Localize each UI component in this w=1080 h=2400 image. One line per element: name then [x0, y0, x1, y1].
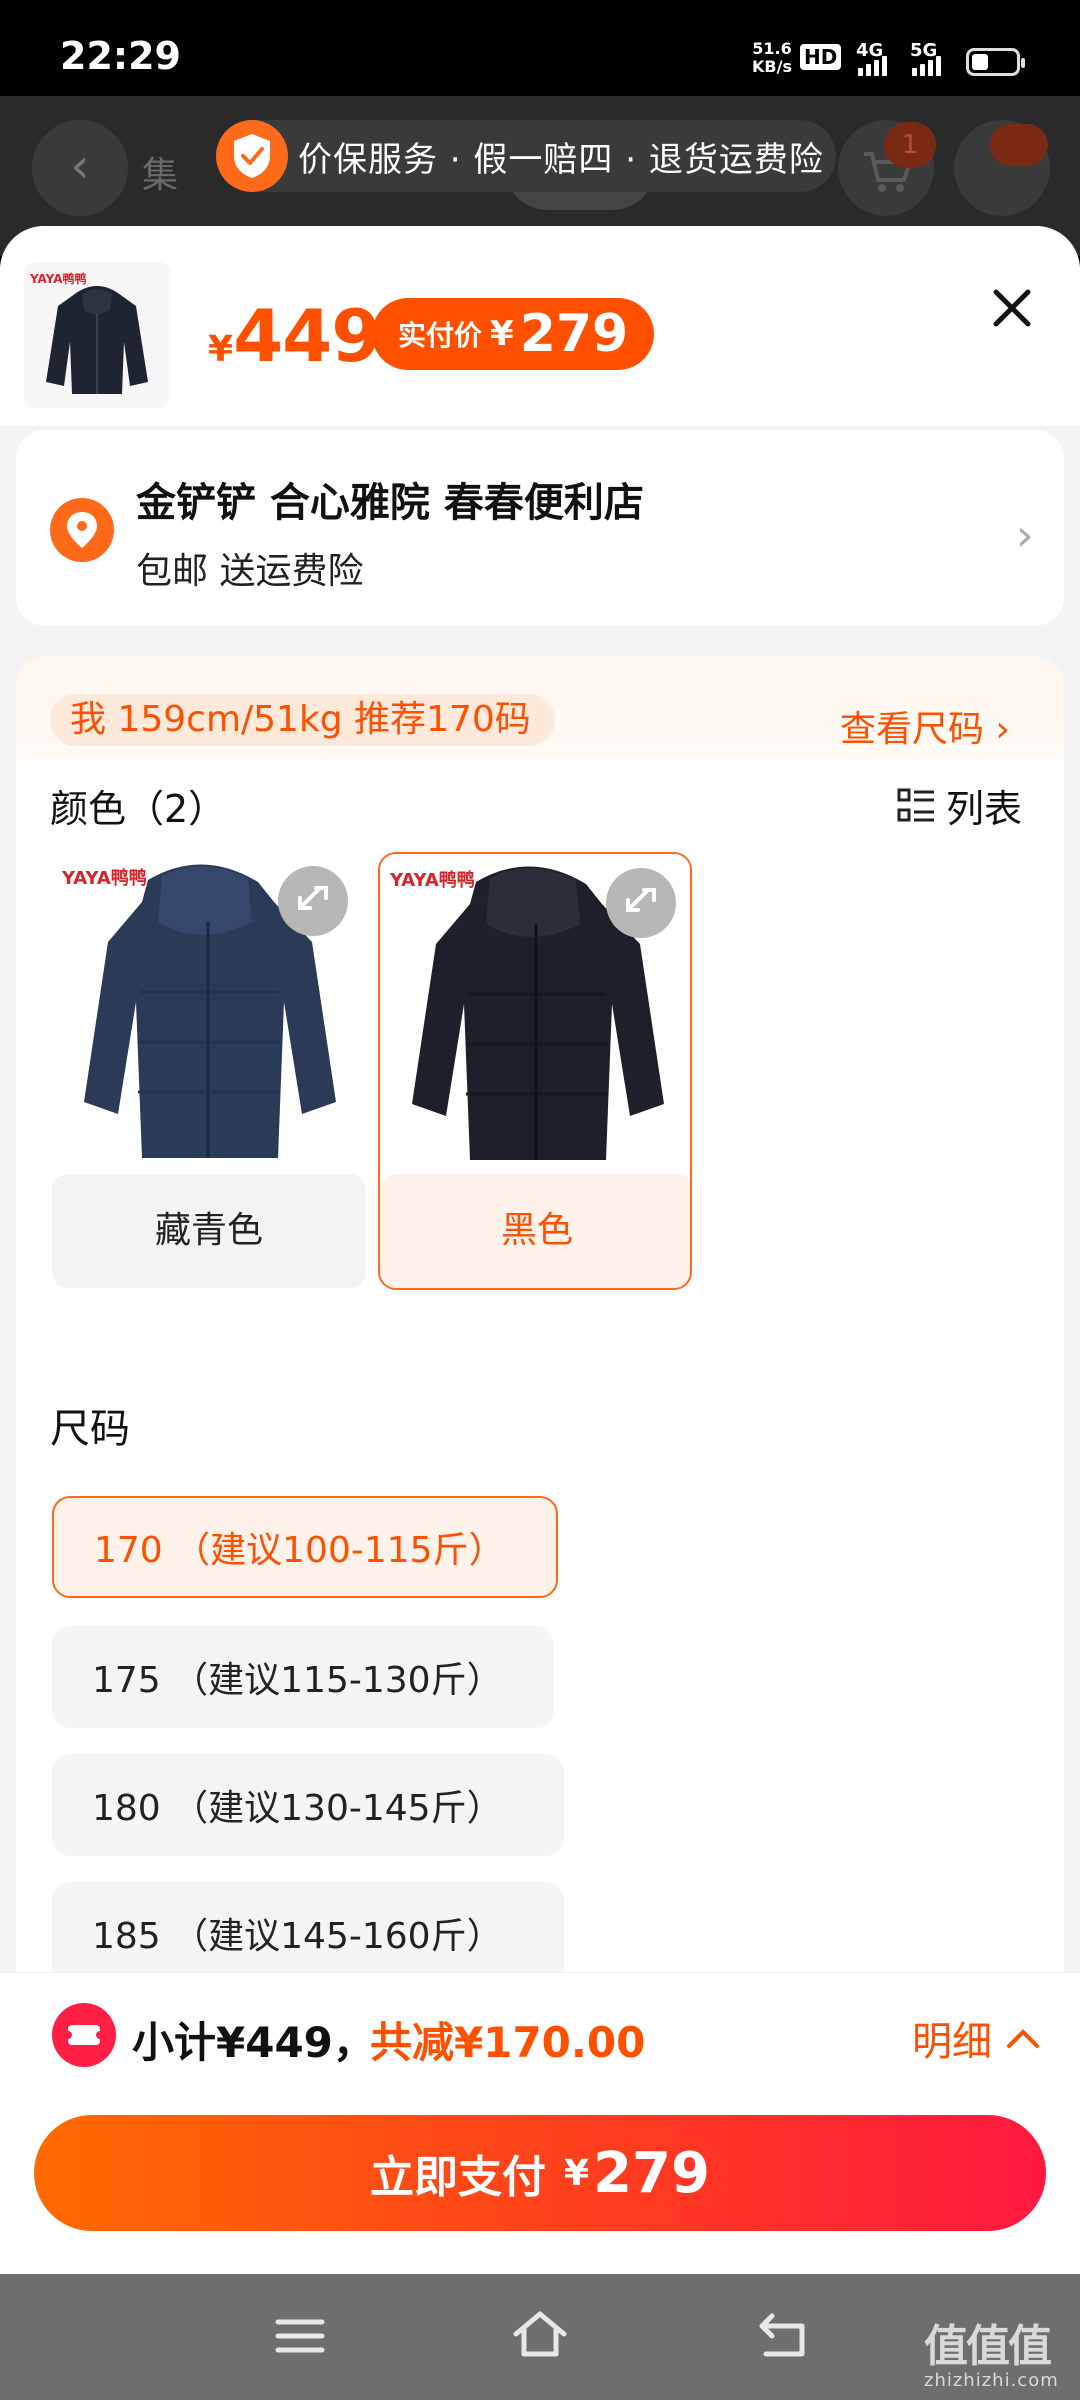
size-option-175[interactable]: 175 （建议115-130斤）	[52, 1626, 554, 1728]
service-banner-text: 价保服务 · 假一赔四 · 退货运费险	[298, 139, 824, 180]
paid-price-currency: ¥	[490, 314, 514, 354]
swatch-brand: YAYA鸭鸭	[62, 868, 147, 889]
shield-check-icon	[216, 120, 288, 192]
swatch-brand: YAYA鸭鸭	[390, 870, 475, 891]
system-nav-bar	[0, 2274, 1080, 2400]
close-icon[interactable]	[986, 282, 1038, 334]
watermark-main: 值值值	[924, 2321, 1052, 2372]
net-rate: 51.6 KB/s	[752, 40, 792, 76]
pay-amount: 279	[593, 2140, 710, 2206]
price-detail-toggle[interactable]: 明细	[912, 2009, 1040, 2067]
price-value: 449	[233, 294, 381, 378]
pay-currency: ¥	[564, 2152, 590, 2194]
checkout-bar: 小计¥449， 共减¥170.00 明细 立即支付 ¥ 279	[0, 1972, 1080, 2274]
expand-icon[interactable]	[606, 868, 676, 938]
home-icon[interactable]	[510, 2306, 570, 2366]
paid-price-pill: 实付价 ¥ 279	[372, 298, 655, 370]
address-card[interactable]: 金铲铲 合心雅院 春春便利店 包邮 送运费险 ›	[16, 430, 1064, 626]
menu-icon[interactable]	[270, 2306, 330, 2366]
battery-icon	[966, 48, 1025, 76]
size-section-title: 尺码	[50, 1406, 130, 1452]
chevron-up-icon	[1007, 2029, 1039, 2048]
size-option-170[interactable]: 170 （建议100-115斤）	[52, 1496, 558, 1598]
back-icon[interactable]	[752, 2306, 812, 2366]
location-pin-icon	[50, 498, 114, 562]
service-guarantee-banner: 价保服务 · 假一赔四 · 退货运费险	[216, 120, 836, 192]
product-thumbnail[interactable]: YAYA鸭鸭	[24, 262, 170, 408]
size-option-180[interactable]: 180 （建议130-145斤）	[52, 1754, 564, 1856]
original-price: ¥ 449	[208, 294, 381, 378]
sku-selector-sheet: YAYA鸭鸭 ¥ 449 实付价 ¥ 279 金铲铲 合心雅院 春春便利店 包邮…	[0, 226, 1080, 2274]
status-time: 22:29	[60, 34, 181, 78]
color-option-navy[interactable]: YAYA鸭鸭 藏青色	[52, 852, 366, 1290]
list-view-button[interactable]: 列表	[896, 778, 1022, 833]
status-bar: 22:29 51.6 KB/s HD 4G 5G	[0, 0, 1080, 96]
background-tab-text: 集	[142, 155, 179, 196]
shipping-info: 包邮 送运费险	[136, 551, 364, 592]
net-rate-value: 51.6	[752, 39, 792, 58]
paid-price-value: 279	[519, 304, 629, 364]
size-recommendation-strip: 我 159cm/51kg 推荐170码 查看尺码 ›	[16, 656, 1064, 760]
hd-voice-icon: HD	[800, 44, 842, 70]
more-badge	[990, 124, 1048, 166]
size-chart-link[interactable]: 查看尺码 ›	[840, 700, 1010, 752]
list-icon	[897, 788, 934, 821]
discount-text: 共减¥170.00	[370, 2018, 646, 2067]
paid-price-label: 实付价	[398, 319, 483, 352]
signal-4g-bars-icon	[858, 56, 887, 76]
color-section-title: 颜色（2）	[50, 787, 227, 831]
price-header: YAYA鸭鸭 ¥ 449 实付价 ¥ 279	[0, 226, 1080, 426]
thumbnail-brand: YAYA鸭鸭	[30, 272, 87, 286]
cart-badge: 1	[884, 122, 936, 168]
back-arrow-icon: ‹	[32, 120, 128, 216]
watermark-sub: zhizhizhi.com	[924, 2370, 1059, 2391]
site-watermark: 值值值 zhizhizhi.com	[924, 2310, 1059, 2391]
subtotal-text: 小计¥449，	[132, 2018, 375, 2067]
expand-icon[interactable]	[278, 866, 348, 936]
pay-now-label: 立即支付	[370, 2152, 547, 2203]
signal-5g-bars-icon	[912, 56, 941, 76]
address-title: 金铲铲 合心雅院 春春便利店	[136, 480, 644, 526]
list-view-label: 列表	[946, 787, 1023, 831]
net-rate-unit: KB/s	[752, 57, 792, 76]
pay-now-button[interactable]: 立即支付 ¥ 279	[34, 2115, 1046, 2231]
size-recommendation[interactable]: 我 159cm/51kg 推荐170码	[50, 694, 555, 746]
coupon-icon	[52, 2003, 116, 2067]
color-option-label: 黑色	[380, 1174, 690, 1288]
color-option-black[interactable]: YAYA鸭鸭 黑色	[378, 852, 692, 1290]
price-currency: ¥	[208, 329, 234, 370]
color-option-label: 藏青色	[52, 1174, 366, 1288]
price-detail-label: 明细	[912, 2019, 992, 2065]
chevron-right-icon: ›	[1016, 510, 1034, 561]
size-option-185[interactable]: 185 （建议145-160斤）	[52, 1882, 564, 1984]
